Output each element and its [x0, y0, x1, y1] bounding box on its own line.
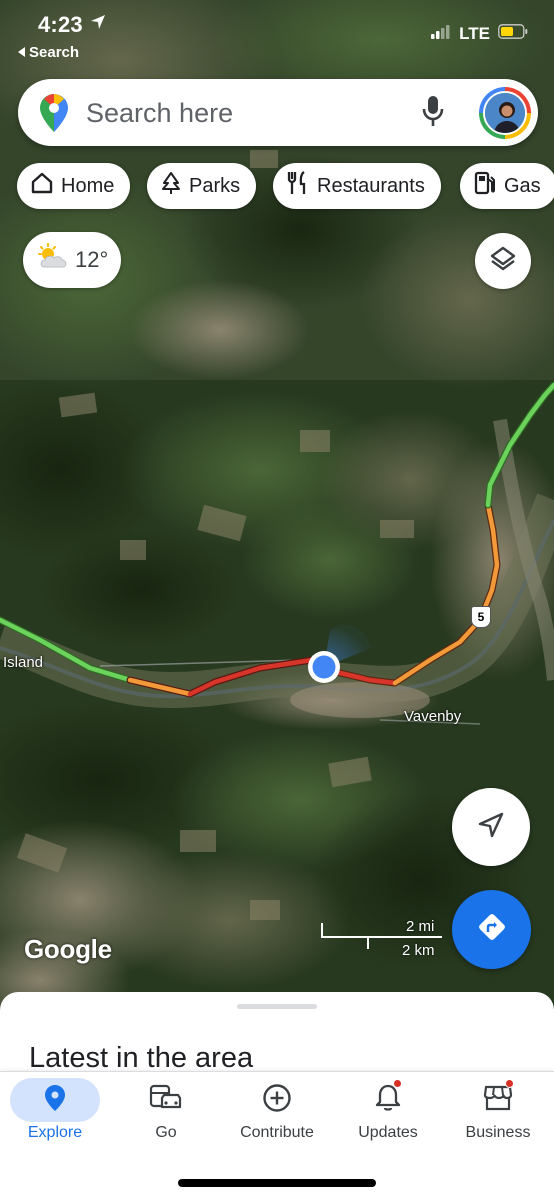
home-indicator[interactable]	[178, 1179, 376, 1187]
map-label-island[interactable]: Island	[3, 654, 43, 671]
scale-miles: 2 mi	[406, 918, 435, 935]
back-label: Search	[29, 44, 80, 61]
add-circle-icon	[262, 1083, 292, 1118]
status-time: 4:23	[38, 12, 83, 37]
search-input[interactable]	[84, 93, 404, 133]
status-indicators: LTE	[431, 24, 528, 44]
home-icon	[31, 172, 53, 200]
status-bar: 4:23 Search LTE	[0, 0, 554, 70]
map-label-vavenby[interactable]: Vavenby	[404, 708, 461, 725]
fork-knife-icon	[287, 171, 309, 201]
scale-kilometers: 2 km	[402, 942, 435, 959]
bell-icon	[375, 1078, 402, 1117]
commute-icon	[149, 1084, 183, 1117]
chip-gas-label: Gas	[504, 174, 541, 197]
chip-parks-label: Parks	[189, 174, 241, 197]
explore-bottom-sheet[interactable]: Latest in the area	[0, 992, 554, 1082]
chip-gas[interactable]: Gas	[460, 163, 554, 209]
chip-home-label: Home	[61, 174, 115, 197]
navigation-arrow-icon	[477, 811, 505, 844]
battery-icon	[498, 24, 528, 44]
chip-restaurants-label: Restaurants	[317, 174, 425, 197]
nav-business-label: Business	[465, 1124, 531, 1141]
directions-icon	[477, 912, 507, 947]
avatar-photo	[483, 91, 527, 135]
nav-go-wrap	[121, 1078, 211, 1122]
sheet-drag-handle[interactable]	[237, 1004, 317, 1009]
nav-explore-highlight	[10, 1078, 100, 1122]
gas-pump-icon	[474, 171, 496, 201]
highway-shield: 5	[471, 606, 491, 628]
tree-icon	[161, 172, 181, 200]
map-scale: 2 mi 2 km	[320, 915, 444, 961]
nav-business[interactable]: Business	[443, 1072, 553, 1152]
search-bar[interactable]	[18, 79, 538, 146]
layers-button[interactable]	[475, 233, 531, 289]
location-arrow-icon	[90, 14, 106, 35]
layers-icon	[489, 245, 517, 278]
weather-temperature: 12°	[75, 247, 109, 272]
nav-contribute-wrap	[232, 1078, 322, 1122]
chip-parks[interactable]: Parks	[147, 163, 257, 209]
partly-cloudy-icon	[35, 243, 71, 277]
business-badge	[505, 1078, 514, 1088]
network-type: LTE	[459, 24, 490, 43]
profile-avatar[interactable]	[479, 87, 531, 139]
directions-button[interactable]	[452, 890, 531, 969]
explore-pin-icon	[45, 1084, 65, 1116]
my-location-button[interactable]	[452, 788, 530, 866]
category-chips: Home Parks Restaurants Gas	[17, 163, 554, 211]
nav-updates-wrap	[343, 1078, 433, 1122]
back-to-search[interactable]: Search	[18, 44, 79, 61]
google-maps-pin-icon	[40, 94, 68, 137]
google-maps-screen: Island Vavenby 5 Google 2 mi 2 km 4:23 S…	[0, 0, 554, 1200]
mic-icon[interactable]	[422, 95, 444, 132]
chip-restaurants[interactable]: Restaurants	[273, 163, 441, 209]
updates-badge	[393, 1078, 402, 1088]
storefront-icon	[483, 1078, 514, 1117]
chip-home[interactable]: Home	[17, 163, 131, 209]
signal-bars-icon	[431, 24, 451, 44]
back-triangle-icon	[18, 44, 26, 61]
current-location-dot[interactable]	[312, 655, 336, 679]
weather-chip[interactable]: 12°	[23, 232, 121, 288]
google-attribution: Google	[24, 934, 112, 964]
nav-business-wrap	[453, 1078, 543, 1122]
